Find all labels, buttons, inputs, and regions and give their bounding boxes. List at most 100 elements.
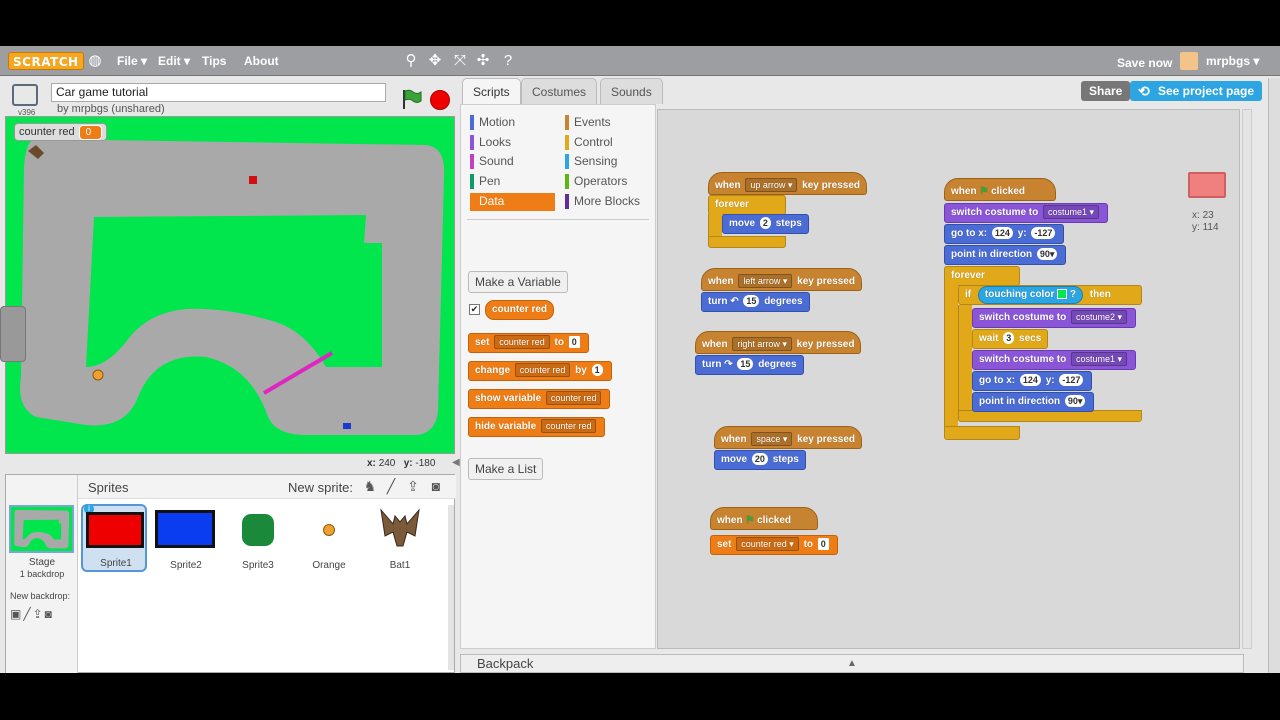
sprite-tile-sprite1[interactable]: i Sprite1 — [81, 504, 147, 572]
show-variable-block[interactable]: show variable counter red — [468, 389, 611, 409]
tab-scripts[interactable]: Scripts — [462, 78, 521, 106]
sprite-tile-sprite3[interactable]: Sprite3 — [225, 504, 291, 572]
help-icon[interactable]: ? — [499, 52, 517, 70]
forever-block[interactable]: forever — [708, 195, 786, 215]
turn-right-block[interactable]: turn ↷ 15 degrees — [695, 355, 804, 375]
sprite-tile-orange[interactable]: Orange — [296, 504, 362, 572]
category-sound[interactable]: Sound — [470, 153, 555, 171]
category-motion[interactable]: Motion — [470, 114, 555, 132]
if-touching-color-block[interactable]: if touching color ? then — [958, 285, 1142, 305]
sprite2-costume — [155, 510, 215, 548]
switch-costume1-block[interactable]: switch costume to costume1 ▾ — [972, 350, 1137, 370]
category-more-blocks[interactable]: More Blocks — [565, 193, 650, 211]
variable-monitor[interactable]: counter red 0 — [14, 123, 108, 141]
see-project-page-button[interactable]: ⟲ See project page — [1130, 81, 1263, 101]
green-flag-icon: ⚑ — [745, 515, 755, 526]
user-menu[interactable]: mrpbgs ▾ — [1206, 54, 1259, 68]
save-now-link[interactable]: Save now — [1117, 56, 1172, 70]
share-button[interactable]: Share — [1081, 81, 1131, 101]
category-operators[interactable]: Operators — [565, 173, 650, 191]
paint-sprite-icon[interactable]: ╱ — [383, 478, 399, 494]
set-variable-block[interactable]: set counter red to 0 — [468, 333, 589, 353]
sprite-label: Sprite3 — [242, 560, 274, 571]
forever-bottom — [708, 236, 786, 248]
scratch-logo[interactable]: SCRATCH — [8, 52, 84, 70]
go-to-xy-block[interactable]: go to x: 124 y: -127 — [944, 224, 1065, 244]
turn-left-block[interactable]: turn ↶ 15 degrees — [701, 292, 810, 312]
sprite-list-scrollbar[interactable] — [448, 505, 454, 670]
sprite-tile-bat1[interactable]: Bat1 — [367, 504, 433, 572]
menu-file[interactable]: File ▾ — [117, 54, 147, 68]
when-left-arrow-hat[interactable]: when left arrow ▾ key pressed — [701, 268, 862, 291]
sprite-tile-sprite2[interactable]: Sprite2 — [153, 504, 219, 572]
variable-checkbox[interactable]: ✔ — [469, 304, 480, 315]
when-flag-clicked-hat[interactable]: when ⚑ clicked — [710, 507, 818, 530]
race-track — [20, 139, 445, 435]
project-title-input[interactable]: Car game tutorial — [51, 83, 386, 102]
green-flag-icon: ⚑ — [979, 186, 989, 197]
duplicate-icon[interactable]: ⚲ — [402, 52, 420, 70]
make-list-button[interactable]: Make a List — [468, 458, 544, 480]
when-right-arrow-hat[interactable]: when right arrow ▾ key pressed — [695, 331, 862, 354]
forever-block-2[interactable]: forever — [944, 266, 1020, 286]
backdrop-tools: ▣╱⇪◙ — [10, 607, 54, 621]
go-to-xy-block-2[interactable]: go to x: 124 y: -127 — [972, 371, 1093, 391]
touching-color-sensor[interactable]: touching color ? — [977, 286, 1084, 304]
change-variable-block[interactable]: change counter red by 1 — [468, 361, 612, 381]
switch-costume2-block[interactable]: switch costume to costume2 ▾ — [972, 308, 1137, 328]
when-space-hat[interactable]: when space ▾ key pressed — [714, 426, 862, 449]
stage-thumbnail[interactable] — [9, 505, 74, 553]
tab-costumes[interactable]: Costumes — [521, 78, 598, 104]
category-pen[interactable]: Pen — [470, 173, 555, 191]
expand-arrow-icon[interactable]: ▲ — [847, 655, 857, 673]
collapse-arrow-icon[interactable]: ◀ — [452, 457, 460, 468]
category-data[interactable]: Data — [470, 193, 555, 211]
category-events[interactable]: Events — [565, 114, 650, 132]
bat-icon — [380, 508, 420, 547]
camera-backdrop-icon[interactable]: ◙ — [45, 607, 54, 621]
category-looks[interactable]: Looks — [470, 134, 555, 152]
point-direction-block-2[interactable]: point in direction 90▾ — [972, 392, 1095, 412]
when-flag-clicked-hat-2[interactable]: when ⚑ clicked — [944, 178, 1056, 201]
grow-icon[interactable]: ⤧ — [451, 52, 469, 70]
paint-backdrop-icon[interactable]: ▣ — [10, 607, 23, 621]
point-direction-block[interactable]: point in direction 90▾ — [944, 245, 1067, 265]
when-up-arrow-hat[interactable]: when up arrow ▾ key pressed — [708, 172, 867, 195]
menu-tips[interactable]: Tips — [202, 54, 226, 68]
tab-sounds[interactable]: Sounds — [600, 78, 663, 104]
presentation-toggle[interactable] — [0, 306, 26, 362]
category-sensing[interactable]: Sensing — [565, 153, 650, 171]
backpack-bar[interactable]: Backpack ▲ — [460, 654, 1244, 673]
green-flag-icon[interactable] — [400, 88, 422, 110]
hide-variable-block[interactable]: hide variable counter red — [468, 417, 606, 437]
variable-reporter[interactable]: counter red — [485, 300, 555, 320]
menu-edit[interactable]: Edit ▾ — [158, 54, 190, 68]
set-counter-block[interactable]: set counter red ▾ to 0 — [710, 535, 838, 555]
move-20-steps-block[interactable]: move 20 steps — [714, 450, 806, 470]
make-variable-button[interactable]: Make a Variable — [468, 271, 568, 293]
page-scrollbar[interactable] — [1268, 78, 1280, 673]
switch-costume-block[interactable]: switch costume to costume1 ▾ — [944, 203, 1109, 223]
shrink-icon[interactable]: ✣ — [474, 52, 492, 70]
stage[interactable]: counter red 0 — [5, 116, 455, 454]
backdrop-count: 1 backdrop — [19, 569, 65, 579]
mouse-coordinates: x: 240 y: -180 — [367, 458, 436, 469]
fullscreen-icon[interactable] — [12, 84, 38, 106]
move-2-steps-block[interactable]: move 2 steps — [722, 214, 809, 234]
stop-icon[interactable] — [430, 90, 450, 110]
globe-icon[interactable]: ◍ — [86, 52, 104, 70]
script-area[interactable]: when up arrow ▾ key pressed forever move… — [657, 109, 1240, 649]
wait-secs-block[interactable]: wait 3 secs — [972, 329, 1049, 349]
script-area-scrollbar[interactable] — [1242, 109, 1252, 649]
upload-backdrop-icon[interactable]: ⇪ — [33, 607, 45, 621]
menu-about[interactable]: About — [244, 54, 279, 68]
brush-backdrop-icon[interactable]: ╱ — [23, 607, 32, 621]
category-control[interactable]: Control — [565, 134, 650, 152]
upload-sprite-icon[interactable]: ⇪ — [405, 478, 421, 494]
color-swatch[interactable] — [1057, 289, 1068, 300]
cut-icon[interactable]: ✥ — [426, 52, 444, 70]
user-avatar-icon[interactable] — [1180, 52, 1198, 70]
sprite-library-icon[interactable]: ♞ — [362, 478, 378, 494]
sprite-x-readout: x: 23 — [1192, 210, 1214, 221]
camera-sprite-icon[interactable]: ◙ — [428, 478, 444, 494]
